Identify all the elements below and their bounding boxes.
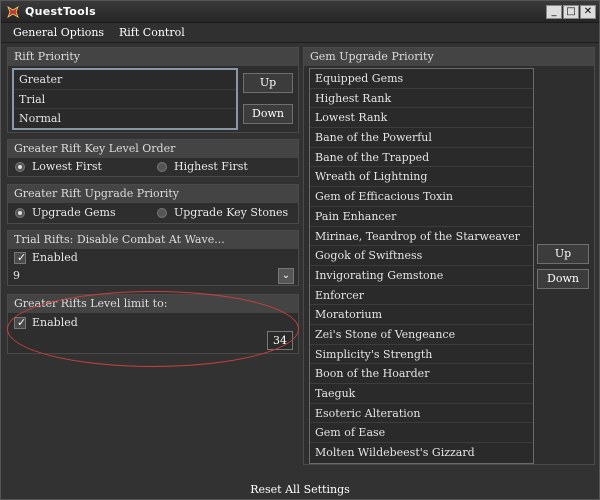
menu-general-options[interactable]: General Options (13, 26, 104, 39)
minimize-icon[interactable]: _ (546, 5, 562, 19)
key-level-order-panel: Greater Rift Key Level Order Lowest Firs… (7, 139, 299, 177)
level-limit-header: Greater Rifts Level limit to: (8, 295, 298, 313)
trial-rifts-wave-select[interactable]: 9 ⌄ (10, 267, 296, 285)
upgrade-gems-radio[interactable] (15, 208, 25, 218)
level-limit-input[interactable]: 34 (267, 331, 293, 350)
gem-priority-item[interactable]: Bane of the Powerful (310, 128, 533, 148)
gem-priority-item[interactable]: Gem of Ease (310, 423, 533, 444)
rift-priority-down-button[interactable]: Down (243, 104, 293, 124)
level-limit-panel: Greater Rifts Level limit to: ✓ Enabled … (7, 294, 299, 354)
lowest-first-label[interactable]: Lowest First (32, 160, 102, 173)
gem-priority-item[interactable]: Highest Rank (310, 89, 533, 109)
chevron-down-icon[interactable]: ⌄ (278, 268, 294, 284)
gem-priority-up-button[interactable]: Up (537, 244, 589, 264)
gem-priority-item[interactable]: Equipped Gems (310, 69, 533, 89)
reset-all-settings-button[interactable]: Reset All Settings (1, 481, 599, 499)
trial-rifts-enabled-checkbox[interactable]: ✓ (14, 251, 27, 264)
upgrade-key-stones-radio[interactable] (157, 208, 167, 218)
gem-priority-item[interactable]: Molten Wildebeest's Gizzard (310, 443, 533, 463)
app-icon (6, 5, 20, 19)
rift-priority-item[interactable]: Normal (14, 109, 236, 129)
checkmark-icon: ✓ (17, 251, 27, 264)
gem-priority-item[interactable]: Bane of the Trapped (310, 148, 533, 168)
gem-priority-item[interactable]: Invigorating Gemstone (310, 266, 533, 286)
gem-priority-down-button[interactable]: Down (537, 269, 589, 289)
gem-priority-item[interactable]: Wreath of Lightning (310, 167, 533, 188)
highest-first-radio[interactable] (157, 162, 167, 172)
level-limit-enabled-checkbox[interactable]: ✓ (14, 316, 27, 329)
gem-priority-item[interactable]: Zei's Stone of Vengeance (310, 325, 533, 345)
rift-priority-up-button[interactable]: Up (243, 73, 293, 93)
gem-priority-item[interactable]: Taeguk (310, 384, 533, 404)
lowest-first-radio[interactable] (15, 162, 25, 172)
gem-priority-header: Gem Upgrade Priority (304, 48, 594, 66)
upgrade-priority-header: Greater Rift Upgrade Priority (8, 185, 298, 203)
gem-priority-item[interactable]: Gogok of Swiftness (310, 246, 533, 266)
rift-priority-item[interactable]: Greater (14, 70, 236, 90)
maximize-icon[interactable]: □ (563, 5, 579, 19)
gem-priority-item[interactable]: Esoteric Alteration (310, 404, 533, 424)
trial-rifts-wave-value: 9 (13, 269, 20, 282)
upgrade-key-stones-label[interactable]: Upgrade Key Stones (174, 206, 288, 219)
rift-priority-list[interactable]: Greater Trial Normal (12, 68, 238, 130)
gem-priority-item[interactable]: Simplicity's Strength (310, 345, 533, 365)
upgrade-gems-label[interactable]: Upgrade Gems (32, 206, 116, 219)
menu-bar: General Options Rift Control (1, 23, 599, 43)
trial-rifts-header: Trial Rifts: Disable Combat At Wave... (8, 231, 298, 249)
questtools-window: QuestTools _ □ ✕ General Options Rift Co… (0, 0, 600, 500)
rift-priority-header: Rift Priority (8, 48, 298, 66)
highest-first-label[interactable]: Highest First (174, 160, 248, 173)
gem-priority-list[interactable]: Equipped Gems Highest Rank Lowest Rank B… (309, 68, 534, 464)
window-title: QuestTools (25, 5, 96, 18)
close-icon[interactable]: ✕ (580, 5, 596, 19)
gem-priority-item[interactable]: Gem of Efficacious Toxin (310, 187, 533, 207)
rift-priority-item[interactable]: Trial (14, 90, 236, 110)
menu-rift-control[interactable]: Rift Control (119, 26, 185, 39)
gem-priority-item[interactable]: Pain Enhancer (310, 207, 533, 227)
key-level-order-options: Lowest First Highest First (9, 158, 297, 176)
title-bar[interactable]: QuestTools _ □ ✕ (1, 1, 599, 23)
gem-priority-item[interactable]: Enforcer (310, 286, 533, 306)
gem-priority-item[interactable]: Lowest Rank (310, 108, 533, 129)
gem-priority-item[interactable]: Moratorium (310, 305, 533, 325)
level-limit-enabled-label[interactable]: Enabled (32, 316, 78, 329)
gem-priority-item[interactable]: Mirinae, Teardrop of the Starweaver (310, 227, 533, 247)
gem-priority-panel: Gem Upgrade Priority Equipped Gems Highe… (303, 47, 595, 465)
key-level-order-header: Greater Rift Key Level Order (8, 140, 298, 158)
trial-rifts-enabled-label[interactable]: Enabled (32, 251, 78, 264)
upgrade-priority-options: Upgrade Gems Upgrade Key Stones (9, 204, 297, 222)
upgrade-priority-panel: Greater Rift Upgrade Priority Upgrade Ge… (7, 184, 299, 224)
trial-rifts-panel: Trial Rifts: Disable Combat At Wave... ✓… (7, 230, 299, 286)
rift-priority-panel: Rift Priority Greater Trial Normal Up Do… (7, 47, 299, 133)
checkmark-icon: ✓ (17, 316, 27, 329)
gem-priority-item[interactable]: Boon of the Hoarder (310, 364, 533, 384)
